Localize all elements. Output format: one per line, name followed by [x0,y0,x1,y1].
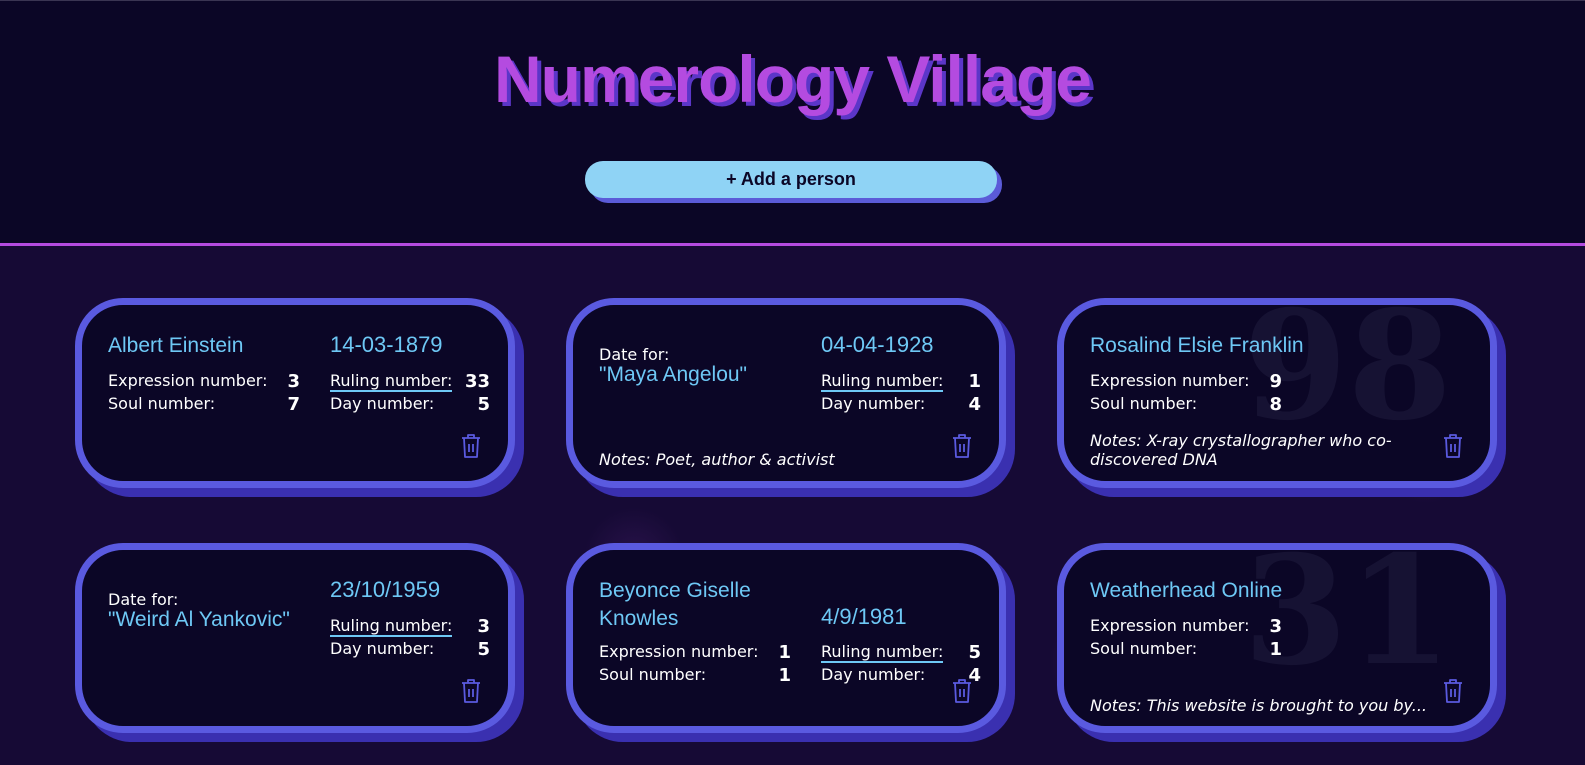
day-value: 5 [477,639,490,660]
trash-icon[interactable] [460,433,482,459]
person-card: Date for: "Maya Angelou" 04-04-1928 Ruli… [566,298,1006,488]
expression-value: 3 [1269,616,1282,637]
ruling-row: Ruling number: 1 [821,371,981,392]
ruling-value: 3 [477,616,490,637]
person-notes: Notes: Poet, author & activist [599,450,835,469]
background-number: 98 [1243,298,1452,454]
person-card: 98 Rosalind Elsie Franklin Expression nu… [1057,298,1497,488]
page-title: Numerology Village [494,42,1092,116]
person-date: 04-04-1928 [821,332,934,357]
person-name: Albert Einstein [108,334,244,357]
soul-value: 1 [1269,639,1282,660]
ruling-label[interactable]: Ruling number: [821,642,944,663]
expression-row: Expression number: 9 [1090,371,1282,392]
soul-label: Soul number: [1090,394,1198,413]
day-label: Day number: [330,394,435,413]
soul-row: Soul number: 1 [1090,639,1282,660]
trash-icon[interactable] [951,678,973,704]
expression-row: Expression number: 3 [1090,616,1282,637]
expression-value: 9 [1269,371,1282,392]
day-value: 4 [968,394,981,415]
person-card: 31 Weatherhead Online Expression number:… [1057,543,1497,733]
date-for-label: Date for: [599,345,670,364]
soul-row: Soul number: 8 [1090,394,1282,415]
day-row: Day number: 5 [330,394,490,415]
soul-label: Soul number: [599,665,707,684]
person-name: "Weird Al Yankovic" [108,608,290,631]
day-row: Day number: 5 [330,639,490,660]
ruling-label[interactable]: Ruling number: [821,371,944,392]
ruling-value: 5 [968,642,981,663]
trash-icon[interactable] [951,433,973,459]
person-name: "Maya Angelou" [599,363,748,386]
background-number: 31 [1243,543,1452,699]
add-person-button[interactable]: + Add a person [585,161,997,198]
trash-icon[interactable] [1442,678,1464,704]
page-header: Numerology Village + Add a person [0,0,1585,246]
soul-row: Soul number: 7 [108,394,300,415]
soul-row: Soul number: 1 [599,665,791,686]
day-value: 5 [477,394,490,415]
person-notes: Notes: X-ray crystallographer who co-dis… [1090,431,1392,469]
soul-value: 8 [1269,394,1282,415]
ruling-row: Ruling number: 3 [330,616,490,637]
date-for-label: Date for: [108,590,179,609]
ruling-row: Ruling number: 33 [330,371,490,392]
person-date: 14-03-1879 [330,332,443,357]
trash-icon[interactable] [460,678,482,704]
expression-label: Expression number: [1090,616,1250,635]
ruling-value: 1 [968,371,981,392]
person-name: Rosalind Elsie Franklin [1090,334,1304,357]
person-date: 4/9/1981 [821,604,907,629]
person-date: 23/10/1959 [330,577,441,602]
expression-label: Expression number: [108,371,268,390]
day-label: Day number: [330,639,435,658]
expression-value: 3 [287,371,300,392]
person-card: Albert Einstein 14-03-1879 Expression nu… [75,298,515,488]
person-card: Date for: "Weird Al Yankovic" 23/10/1959… [75,543,515,733]
expression-row: Expression number: 3 [108,371,300,392]
expression-label: Expression number: [1090,371,1250,390]
person-card: Beyonce Giselle Knowles 4/9/1981 Express… [566,543,1006,733]
ruling-value: 33 [464,371,490,392]
soul-label: Soul number: [108,394,216,413]
person-name: Weatherhead Online [1090,579,1283,602]
person-notes: Notes: This website is brought to you by… [1090,696,1427,715]
day-row: Day number: 4 [821,394,981,415]
day-label: Day number: [821,394,926,413]
trash-icon[interactable] [1442,433,1464,459]
soul-value: 7 [287,394,300,415]
day-label: Day number: [821,665,926,684]
ruling-row: Ruling number: 5 [821,642,981,663]
ruling-label[interactable]: Ruling number: [330,371,453,392]
expression-value: 1 [778,642,791,663]
ruling-label[interactable]: Ruling number: [330,616,453,637]
soul-label: Soul number: [1090,639,1198,658]
expression-label: Expression number: [599,642,759,661]
person-name: Beyonce Giselle Knowles [599,579,751,630]
soul-value: 1 [778,665,791,686]
expression-row: Expression number: 1 [599,642,791,663]
